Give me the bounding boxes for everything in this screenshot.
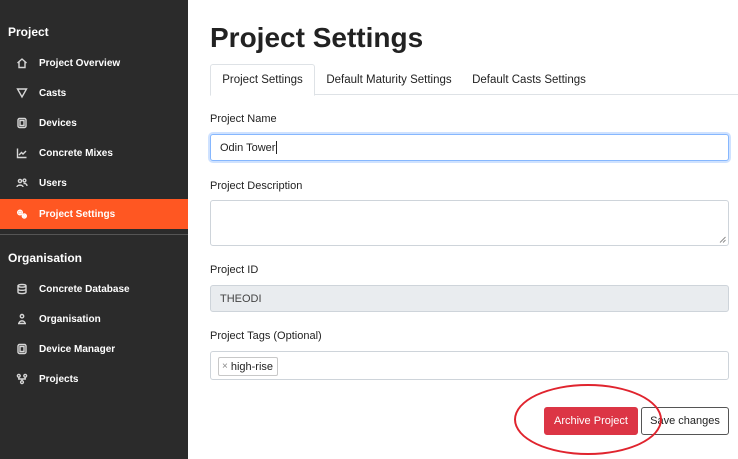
funnel-icon [15, 86, 29, 100]
sidebar-item-label: Casts [39, 87, 67, 99]
sidebar-section-organisation: Organisation [8, 251, 83, 265]
sidebar-item-label: Device Manager [39, 343, 116, 355]
tab-project-settings[interactable]: Project Settings [210, 64, 315, 96]
project-id-field: THEODI [210, 285, 729, 312]
sidebar-item-devices[interactable]: Devices [0, 108, 188, 138]
project-id-value: THEODI [220, 292, 262, 305]
chart-line-icon [15, 146, 29, 160]
sidebar: Project Project Overview Casts Devices C… [0, 0, 188, 459]
project-name-label: Project Name [210, 113, 277, 125]
project-description-label: Project Description [210, 180, 303, 192]
main-content: Project Settings Project Settings Defaul… [188, 0, 738, 459]
sidebar-item-label: Projects [39, 373, 79, 385]
text-caret [276, 141, 278, 154]
sidebar-item-concrete-database[interactable]: Concrete Database [0, 274, 188, 304]
resize-handle-icon[interactable] [719, 236, 726, 243]
tag-label: high-rise [230, 360, 274, 373]
project-name-value: Odin Tower [220, 141, 276, 154]
tag-remove-icon[interactable]: × [222, 361, 228, 372]
sidebar-item-label: Project Overview [39, 57, 121, 69]
tab-default-maturity-settings[interactable]: Default Maturity Settings [315, 64, 463, 95]
project-name-input[interactable]: Odin Tower [210, 134, 729, 161]
sidebar-item-device-manager[interactable]: Device Manager [0, 334, 188, 364]
project-tags-input[interactable]: × high-rise [210, 351, 729, 380]
home-icon [15, 56, 29, 70]
settings-tabs: Project Settings Default Maturity Settin… [210, 64, 738, 96]
page-title: Project Settings [210, 22, 424, 53]
device-icon [15, 342, 29, 356]
sidebar-item-project-overview[interactable]: Project Overview [0, 48, 188, 78]
sidebar-item-label: Concrete Database [39, 283, 130, 295]
sidebar-item-label: Users [39, 177, 67, 189]
sidebar-item-label: Devices [39, 117, 77, 129]
sidebar-item-organisation[interactable]: Organisation [0, 304, 188, 334]
save-changes-button[interactable]: Save changes [641, 407, 729, 435]
users-icon [15, 176, 29, 190]
archive-project-button[interactable]: Archive Project [544, 407, 638, 435]
sidebar-item-label: Project Settings [39, 208, 116, 220]
project-tags-label: Project Tags (Optional) [210, 330, 322, 342]
sidebar-item-concrete-mixes[interactable]: Concrete Mixes [0, 138, 188, 168]
sidebar-item-projects[interactable]: Projects [0, 364, 188, 394]
sidebar-item-casts[interactable]: Casts [0, 78, 188, 108]
project-description-textarea[interactable] [210, 200, 729, 246]
tag-high-rise: × high-rise [218, 357, 279, 376]
settings-icon [15, 207, 29, 221]
sidebar-section-project: Project [8, 25, 49, 39]
device-icon [15, 116, 29, 130]
sidebar-divider [0, 234, 188, 235]
sidebar-item-project-settings[interactable]: Project Settings [0, 199, 188, 229]
sidebar-item-label: Concrete Mixes [39, 147, 113, 159]
organisation-icon [15, 312, 29, 326]
sidebar-item-label: Organisation [39, 313, 101, 325]
database-icon [15, 282, 29, 296]
project-id-label: Project ID [210, 264, 259, 276]
sidebar-item-users[interactable]: Users [0, 168, 188, 198]
tab-default-casts-settings[interactable]: Default Casts Settings [463, 64, 595, 95]
projects-icon [15, 372, 29, 386]
